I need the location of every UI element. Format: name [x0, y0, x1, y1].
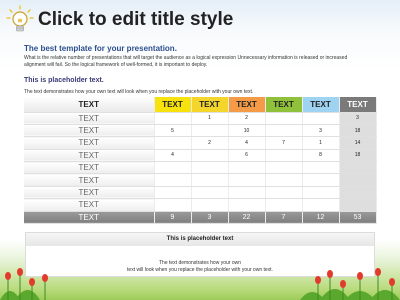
table-row-cell[interactable]: 18: [339, 124, 377, 138]
table-row: TEXT: [24, 198, 377, 212]
table-row-cell[interactable]: [154, 186, 192, 200]
table-row-label[interactable]: TEXT: [24, 161, 155, 175]
table-row-cell[interactable]: [265, 149, 303, 163]
table-row-cell[interactable]: [191, 149, 229, 163]
table-header-label[interactable]: TEXT: [24, 97, 155, 113]
table-row-cell[interactable]: [228, 173, 266, 187]
table-footer-cell[interactable]: 12: [302, 211, 340, 225]
table-row-cell[interactable]: 18: [339, 149, 377, 163]
placeholder-heading[interactable]: This is placeholder text.: [24, 77, 104, 84]
table-footer-cell[interactable]: 9: [154, 211, 192, 225]
table-header-cell[interactable]: TEXT: [191, 97, 229, 113]
table-row: TEXT: [24, 186, 377, 200]
table-row-cell[interactable]: 2: [191, 136, 229, 150]
table-row-cell[interactable]: [154, 198, 192, 212]
table-row-cell[interactable]: [265, 124, 303, 138]
table-row-cell[interactable]: [302, 112, 340, 125]
slide-title[interactable]: Click to edit title style: [38, 9, 233, 31]
table-header-cell[interactable]: TEXT: [302, 97, 340, 113]
table-row-cell[interactable]: [154, 112, 192, 125]
data-table[interactable]: TEXT TEXT TEXT TEXT TEXT TEXT TEXT TEXT 1 2 3 TEXT 5…: [24, 97, 377, 225]
table-row-cell[interactable]: [302, 198, 340, 212]
table-row-cell[interactable]: [154, 161, 192, 175]
table-row-cell[interactable]: [191, 186, 229, 200]
table-row-cell[interactable]: 4: [228, 136, 266, 150]
table-row-cell[interactable]: 3: [339, 112, 377, 125]
slide: Click to edit title style The best templ…: [0, 0, 400, 300]
table-row: TEXT 5 10 3 18: [24, 124, 377, 138]
table-row-cell[interactable]: 7: [265, 136, 303, 150]
table-footer-label[interactable]: TEXT: [24, 211, 155, 225]
table-row-cell[interactable]: [191, 198, 229, 212]
table-footer-cell[interactable]: 53: [339, 211, 377, 225]
table-row-cell[interactable]: 1: [191, 112, 229, 125]
table-header: TEXT TEXT TEXT TEXT TEXT TEXT TEXT: [24, 97, 377, 113]
placeholder-box-title: This is placeholder text: [26, 233, 374, 246]
table-row-cell[interactable]: 1: [302, 136, 340, 150]
table-row-cell[interactable]: [302, 173, 340, 187]
table-row-cell[interactable]: [228, 186, 266, 200]
table-row-cell[interactable]: 10: [228, 124, 266, 138]
table-row: TEXT 1 2 3: [24, 112, 377, 125]
table-row-label[interactable]: TEXT: [24, 173, 155, 187]
table-row-cell[interactable]: [265, 173, 303, 187]
table-header-cell[interactable]: TEXT: [339, 97, 377, 113]
table-row-cell[interactable]: 14: [339, 136, 377, 150]
table-row-cell[interactable]: [302, 186, 340, 200]
table-footer-cell[interactable]: 3: [191, 211, 229, 225]
table-row-label[interactable]: TEXT: [24, 124, 155, 138]
table-row-cell[interactable]: 3: [302, 124, 340, 138]
table-footer: TEXT 9 3 22 7 12 53: [24, 211, 377, 225]
table-row-label[interactable]: TEXT: [24, 112, 155, 125]
table-row: TEXT 2 4 7 1 14: [24, 136, 377, 150]
table-row-cell[interactable]: [339, 186, 377, 200]
table-header-cell[interactable]: TEXT: [265, 97, 303, 113]
table-row-cell[interactable]: [191, 161, 229, 175]
table-header-cell[interactable]: TEXT: [154, 97, 192, 113]
table-row: TEXT: [24, 161, 377, 175]
table-row-cell[interactable]: 2: [228, 112, 266, 125]
table-row: TEXT: [24, 173, 377, 187]
placeholder-description[interactable]: The text demonstrates how your own text …: [24, 89, 253, 95]
table-row-cell[interactable]: [302, 161, 340, 175]
table-row-cell[interactable]: [191, 173, 229, 187]
table-row-cell[interactable]: [265, 112, 303, 125]
table-row-cell[interactable]: [265, 198, 303, 212]
table-header-cell[interactable]: TEXT: [228, 97, 266, 113]
table-row-label[interactable]: TEXT: [24, 136, 155, 150]
table-row-cell[interactable]: [265, 186, 303, 200]
table-footer-cell[interactable]: 22: [228, 211, 266, 225]
table-row-cell[interactable]: [154, 136, 192, 150]
table-row-cell[interactable]: [339, 161, 377, 175]
table-row-label[interactable]: TEXT: [24, 186, 155, 200]
table-row-cell[interactable]: [228, 198, 266, 212]
tulip-field-decoration: [0, 268, 400, 300]
table-row-cell[interactable]: [191, 124, 229, 138]
description-text[interactable]: What is the relative number of presentat…: [24, 55, 364, 69]
table-row-label[interactable]: TEXT: [24, 198, 155, 212]
table-row-cell[interactable]: 4: [154, 149, 192, 163]
table-row-cell[interactable]: [154, 173, 192, 187]
table-footer-cell[interactable]: 7: [265, 211, 303, 225]
table-row-cell[interactable]: 8: [302, 149, 340, 163]
subtitle[interactable]: The best template for your presentation.: [24, 44, 177, 53]
lightbulb-icon: [6, 5, 34, 32]
table-row-label[interactable]: TEXT: [24, 149, 155, 163]
table-row-cell[interactable]: [339, 173, 377, 187]
table-row-cell[interactable]: [228, 161, 266, 175]
table-row-cell[interactable]: 5: [154, 124, 192, 138]
table-row-cell[interactable]: [265, 161, 303, 175]
table-row: TEXT 4 6 8 18: [24, 149, 377, 163]
table-row-cell[interactable]: 6: [228, 149, 266, 163]
table-row-cell[interactable]: [339, 198, 377, 212]
